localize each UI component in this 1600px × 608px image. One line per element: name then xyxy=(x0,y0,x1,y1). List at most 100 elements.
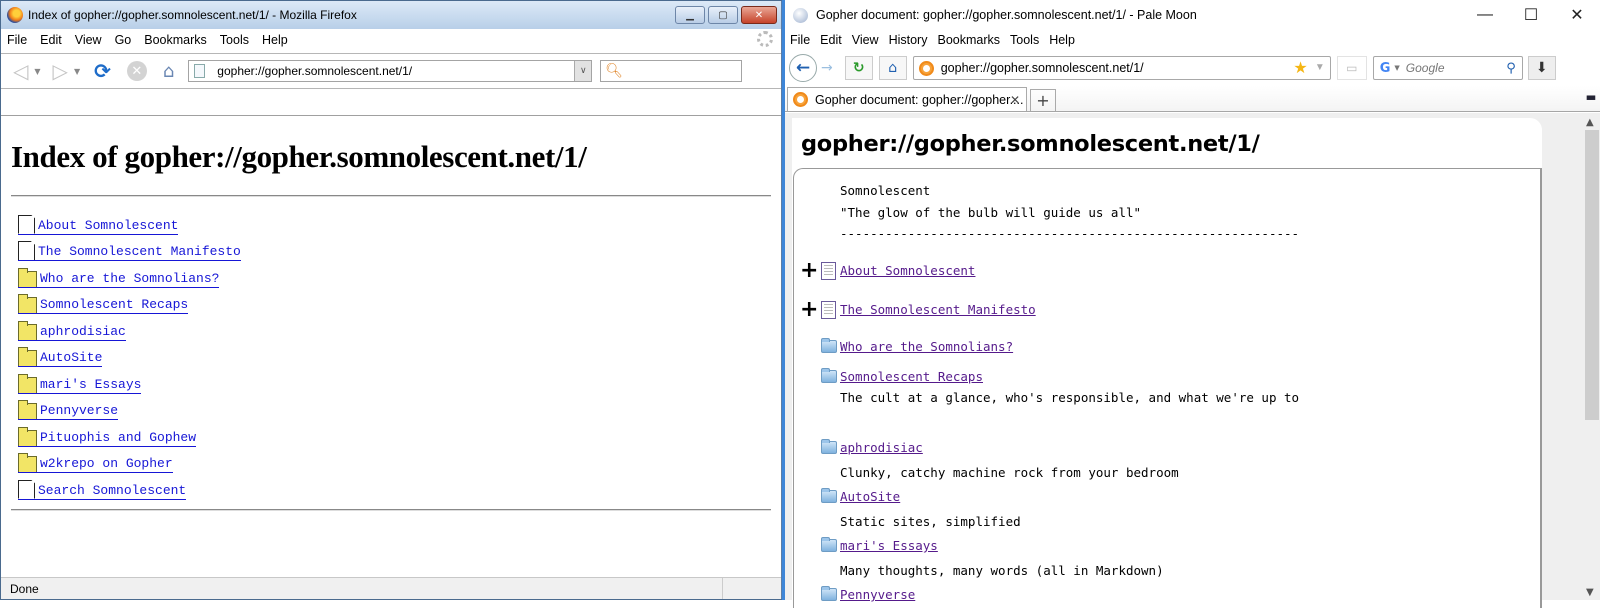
back-button[interactable]: ← xyxy=(789,54,817,82)
reload-button[interactable]: ⟳ xyxy=(94,59,111,83)
menu-view[interactable]: View xyxy=(852,33,879,47)
gopher-entry: Who are the Somnolians? xyxy=(794,329,1299,363)
gopher-entry: + The Somnolescent Manifesto xyxy=(794,290,1299,329)
link-label[interactable]: Somnolescent Recaps xyxy=(40,298,188,313)
menu-edit[interactable]: Edit xyxy=(820,33,842,47)
menu-edit[interactable]: Edit xyxy=(40,33,62,47)
gopher-link[interactable]: The Somnolescent Manifesto xyxy=(840,302,1036,317)
maximize-button[interactable]: ☐ xyxy=(1508,0,1554,30)
link-label[interactable]: AutoSite xyxy=(40,351,102,366)
gopher-link[interactable]: The Somnolescent Manifesto xyxy=(18,241,241,261)
search-input[interactable]: Google xyxy=(1406,61,1445,75)
search-icon[interactable]: ⚲ xyxy=(1506,61,1516,76)
minimize-button[interactable]: — xyxy=(1462,0,1508,30)
menu-file[interactable]: File xyxy=(7,33,27,47)
menu-history[interactable]: History xyxy=(889,33,928,47)
gopher-link[interactable]: mari's Essays xyxy=(18,373,142,394)
menu-bookmarks[interactable]: Bookmarks xyxy=(144,33,207,47)
url-history-dropdown[interactable]: ▼ xyxy=(1315,62,1325,73)
tab-close-icon[interactable]: ✕ xyxy=(1010,93,1020,107)
url-text[interactable]: gopher://gopher.somnolescent.net/1/ xyxy=(217,64,412,78)
gopher-link[interactable]: AutoSite xyxy=(840,489,900,504)
menu-go[interactable]: Go xyxy=(115,33,132,47)
stop-button[interactable]: ✕ xyxy=(126,61,147,81)
search-engine-dropdown[interactable]: ▼ xyxy=(1394,64,1399,72)
info-text: ----------------------------------------… xyxy=(840,225,1300,241)
minimize-button[interactable]: ▁ xyxy=(675,6,705,24)
reader-view-icon[interactable]: ▭ xyxy=(1336,56,1367,80)
gopher-link[interactable]: Who are the Somnolians? xyxy=(840,339,1013,354)
menu-tools[interactable]: Tools xyxy=(1010,33,1039,47)
menu-tools[interactable]: Tools xyxy=(220,33,249,47)
gopher-link[interactable]: Search Somnolescent xyxy=(18,479,187,500)
link-label[interactable]: Search Somnolescent xyxy=(38,483,186,499)
link-label[interactable]: w2krepo on Gopher xyxy=(40,457,173,472)
menu-view[interactable]: View xyxy=(75,33,102,47)
expand-plus-icon[interactable]: + xyxy=(800,298,818,321)
description-text: Static sites, simplified xyxy=(840,513,1021,529)
forward-history-dropdown[interactable]: ▼ xyxy=(74,67,80,76)
home-button[interactable]: ⌂ xyxy=(878,56,907,80)
menu-help[interactable]: Help xyxy=(1049,33,1075,47)
page-viewport: gopher://gopher.somnolescent.net/1/ Somn… xyxy=(785,113,1600,608)
google-icon[interactable]: G xyxy=(1380,61,1391,76)
url-history-dropdown[interactable]: ∨ xyxy=(574,61,592,81)
tab-list-icon[interactable]: ▪▪ xyxy=(1586,93,1596,103)
link-label[interactable]: The Somnolescent Manifesto xyxy=(38,245,241,260)
firefox-logo-icon xyxy=(7,7,23,23)
folder-icon xyxy=(821,368,837,383)
gopher-link[interactable]: aphrodisiac xyxy=(840,440,923,455)
forward-button[interactable]: ▷ xyxy=(53,59,68,83)
link-label[interactable]: About Somnolescent xyxy=(38,218,178,234)
gopher-link[interactable]: Somnolescent Recaps xyxy=(18,294,189,314)
url-text[interactable]: gopher://gopher.somnolescent.net/1/ xyxy=(941,61,1144,75)
reload-button[interactable]: ↻ xyxy=(844,56,873,80)
scroll-up-arrow-icon[interactable]: ▲ xyxy=(1586,117,1594,128)
gopher-link[interactable]: Pituophis and Gophew xyxy=(18,426,197,447)
scrollbar-thumb[interactable] xyxy=(1585,130,1599,420)
search-icon[interactable]: 🔍︎ xyxy=(605,63,623,79)
downloads-button[interactable]: ⬇ xyxy=(1527,56,1556,80)
file-icon xyxy=(18,479,35,499)
search-box[interactable]: 🔍︎ xyxy=(600,60,743,82)
gopher-link[interactable]: aphrodisiac xyxy=(18,320,126,341)
url-bar[interactable]: gopher://gopher.somnolescent.net/1/ ∨ xyxy=(188,60,593,82)
vertical-scrollbar[interactable]: ▲ ▼ xyxy=(1583,113,1600,600)
close-button[interactable]: ✕ xyxy=(1554,0,1600,30)
tab-gopher-document[interactable]: Gopher document: gopher://gopher.... ✕ xyxy=(787,87,1027,111)
gopher-link[interactable]: About Somnolescent xyxy=(840,263,975,278)
expand-plus-icon[interactable]: + xyxy=(800,259,818,282)
list-item: About Somnolescent xyxy=(18,208,771,235)
folder-icon xyxy=(18,426,37,446)
folder-icon xyxy=(18,347,37,366)
menu-bookmarks[interactable]: Bookmarks xyxy=(937,33,1000,47)
gopher-link[interactable]: mari's Essays xyxy=(840,538,938,553)
url-bar[interactable]: gopher://gopher.somnolescent.net/1/ ★ ▼ xyxy=(912,56,1331,80)
bookmark-star-icon[interactable]: ★ xyxy=(1293,58,1307,78)
scroll-down-arrow-icon[interactable]: ▼ xyxy=(1586,587,1594,598)
link-label[interactable]: Pennyverse xyxy=(40,404,118,419)
close-button[interactable]: ✕ xyxy=(741,6,777,24)
gopher-link[interactable]: Who are the Somnolians? xyxy=(18,267,220,288)
new-tab-button[interactable]: + xyxy=(1030,89,1056,111)
gopher-link[interactable]: w2krepo on Gopher xyxy=(18,453,173,473)
link-label[interactable]: mari's Essays xyxy=(40,377,141,393)
gopher-link[interactable]: About Somnolescent xyxy=(18,214,179,235)
info-text: "The glow of the bulb will guide us all" xyxy=(840,204,1142,220)
forward-button[interactable]: → xyxy=(821,60,833,76)
gopher-link[interactable]: AutoSite xyxy=(18,347,103,367)
back-button[interactable]: ◁ xyxy=(13,59,28,83)
search-box[interactable]: G ▼ Google ⚲ xyxy=(1372,56,1523,80)
folder-icon xyxy=(821,337,837,353)
maximize-button[interactable]: ▢ xyxy=(708,6,738,24)
list-item: mari's Essays xyxy=(18,367,771,394)
link-label[interactable]: Who are the Somnolians? xyxy=(40,271,219,287)
menu-help[interactable]: Help xyxy=(262,33,288,47)
home-button[interactable]: ⌂ xyxy=(163,61,174,82)
link-label[interactable]: Pituophis and Gophew xyxy=(40,430,196,446)
back-history-dropdown[interactable]: ▼ xyxy=(34,67,40,76)
gopher-link[interactable]: Somnolescent Recaps xyxy=(840,369,983,384)
menu-file[interactable]: File xyxy=(790,33,810,47)
link-label[interactable]: aphrodisiac xyxy=(40,324,126,340)
gopher-link[interactable]: Pennyverse xyxy=(18,400,119,420)
